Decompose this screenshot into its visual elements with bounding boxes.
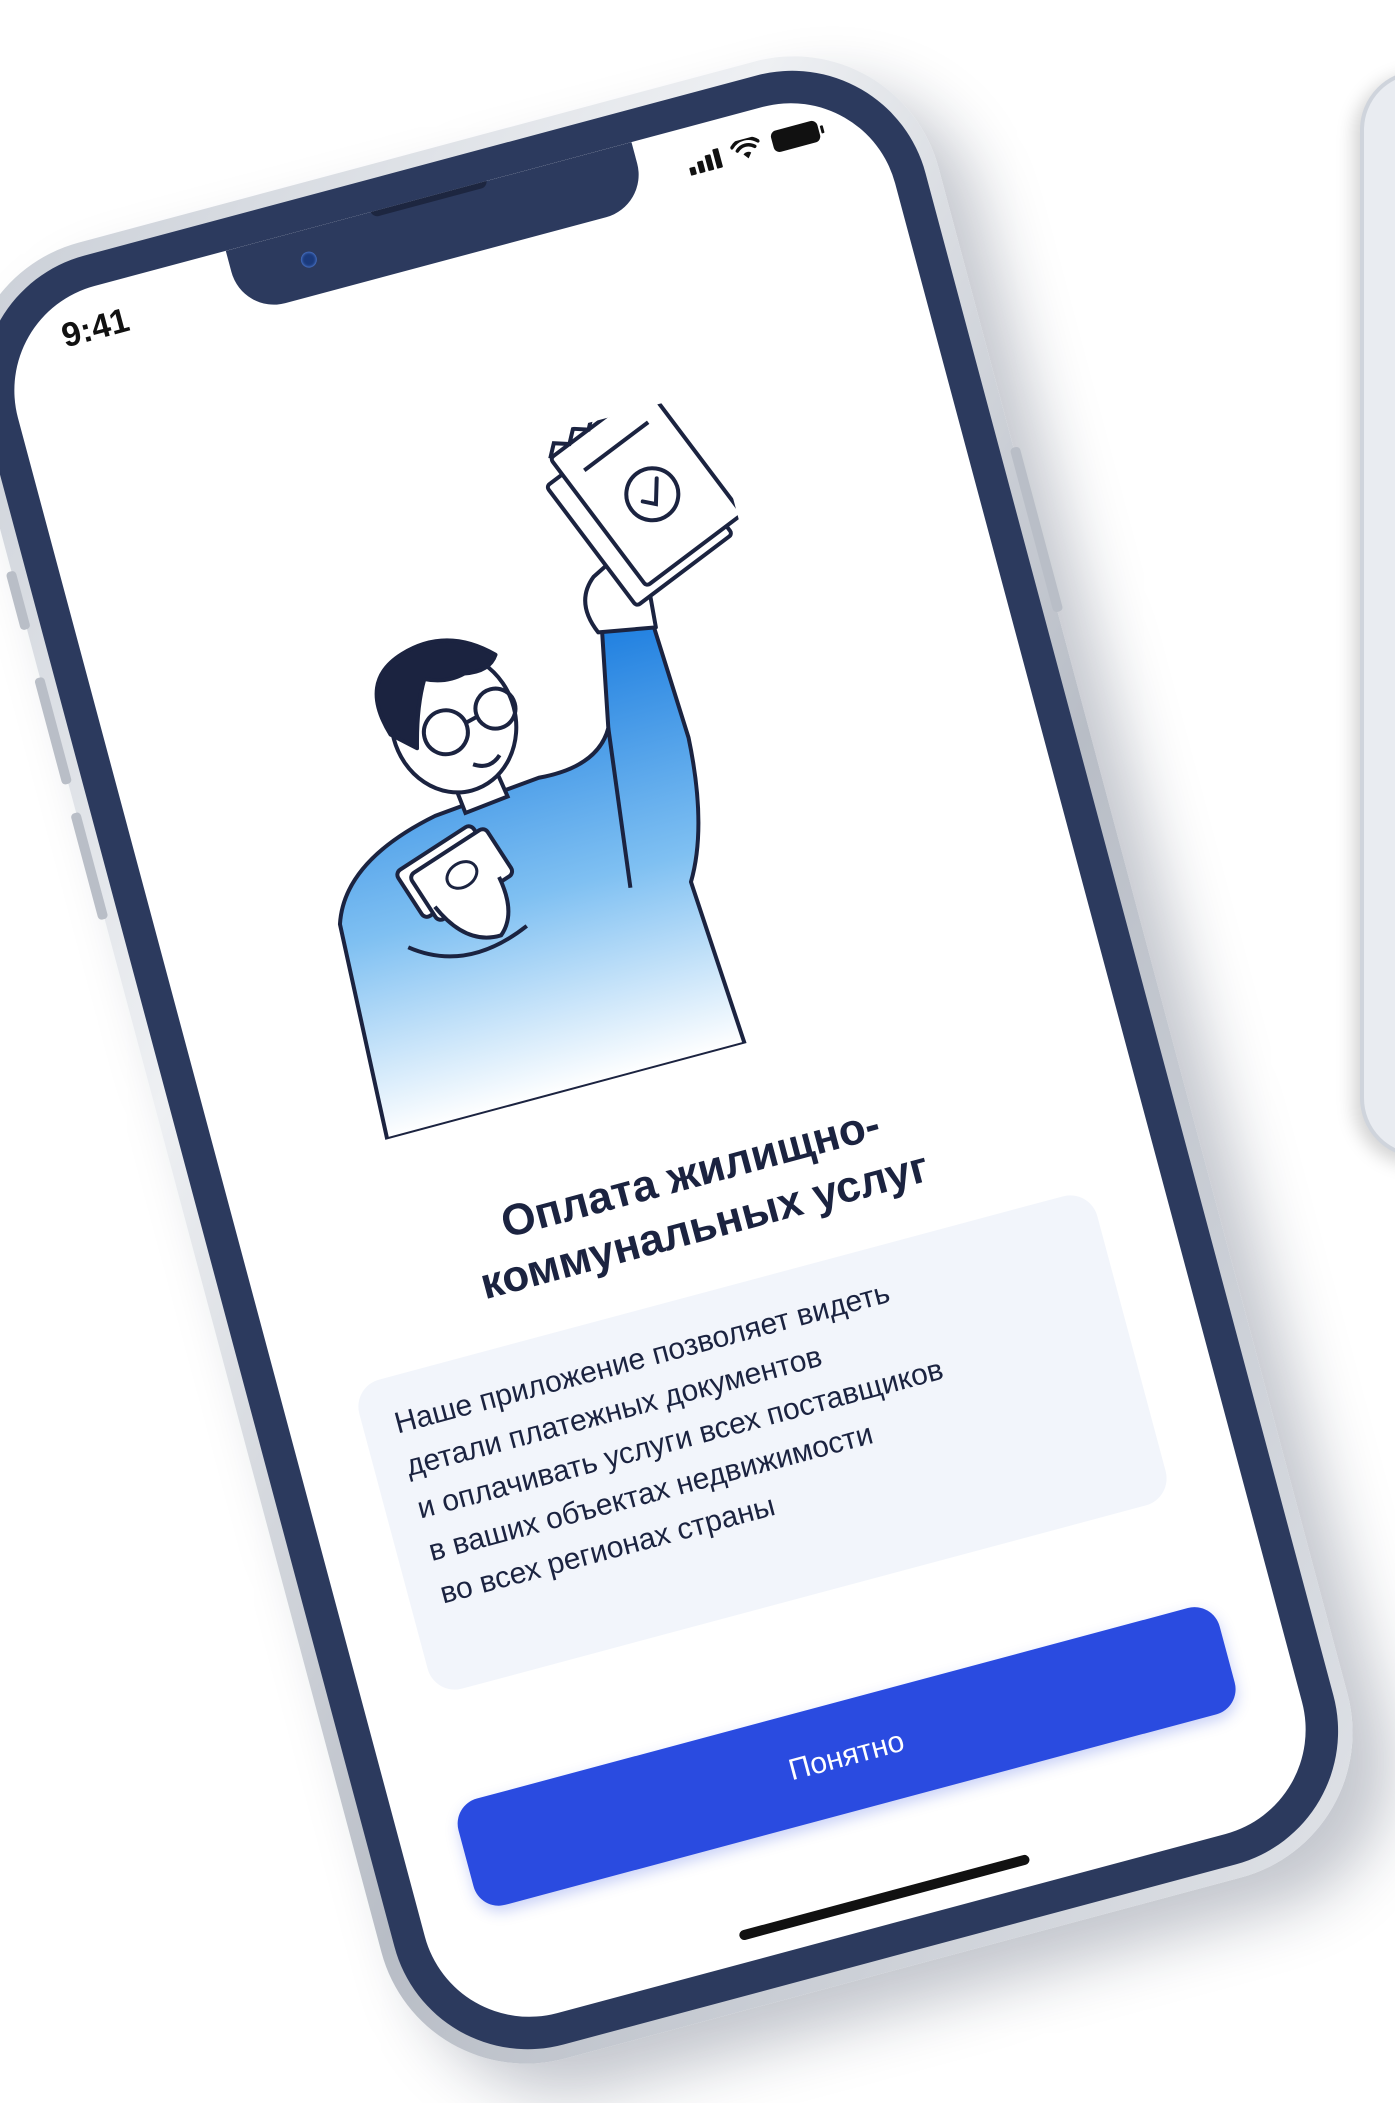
status-icons: [686, 119, 822, 176]
phone-mockup: 9:41 Оплата жилищно- коммунальных услуг …: [0, 22, 1387, 2098]
mockup-stage: 9:41 Оплата жилищно- коммунальных услуг …: [0, 0, 1395, 2103]
battery-icon: [769, 119, 822, 154]
background-phone: [1360, 70, 1395, 1158]
status-time: 9:41: [57, 301, 134, 356]
front-camera-icon: [299, 249, 319, 270]
person-holding-receipt-and-money-illustration: [337, 391, 747, 1142]
cellular-signal-icon: [686, 147, 724, 176]
wifi-icon: [730, 136, 760, 159]
